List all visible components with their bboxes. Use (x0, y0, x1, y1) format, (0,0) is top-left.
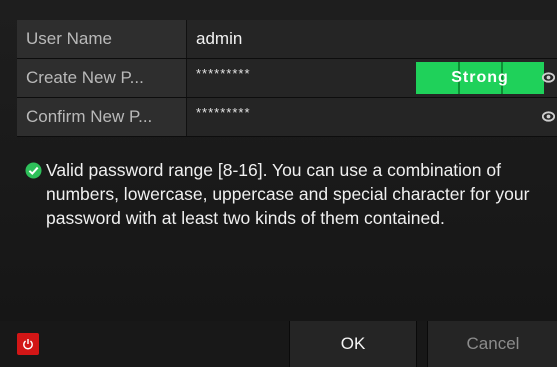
power-icon (23, 339, 33, 350)
confirm-password-input[interactable]: ********* (187, 98, 557, 136)
password-hint-text: Valid password range [8-16]. You can use… (46, 160, 530, 228)
new-password-input[interactable]: ********* Strong (187, 59, 557, 97)
confirm-password-label: Confirm New P... (17, 98, 187, 136)
username-row: User Name admin (17, 20, 557, 59)
new-password-row: Create New P... ********* Strong (17, 59, 557, 98)
confirm-password-row: Confirm New P... ********* (17, 98, 557, 137)
dialog-footer: OK Cancel (0, 321, 557, 367)
check-circle-icon (25, 162, 42, 179)
password-strength-label: Strong (451, 69, 509, 86)
cancel-button[interactable]: Cancel (427, 321, 557, 367)
username-label: User Name (17, 20, 187, 58)
power-button[interactable] (17, 333, 39, 355)
password-hint: Valid password range [8-16]. You can use… (25, 158, 553, 230)
confirm-password-value: ********* (196, 105, 251, 120)
eye-icon[interactable] (542, 111, 555, 122)
password-strength-meter: Strong (416, 62, 544, 94)
eye-icon[interactable] (542, 72, 555, 83)
new-password-label: Create New P... (17, 59, 187, 97)
password-form: User Name admin Create New P... ********… (17, 20, 557, 137)
new-password-value: ********* (196, 66, 251, 81)
ok-button[interactable]: OK (289, 321, 417, 367)
username-value: admin (187, 20, 557, 58)
change-password-dialog: User Name admin Create New P... ********… (0, 0, 557, 367)
